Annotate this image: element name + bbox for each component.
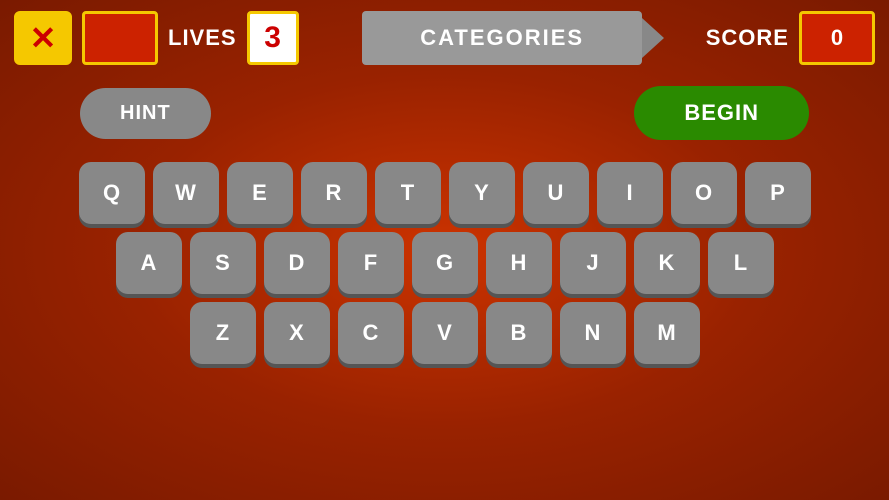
key-n[interactable]: N [560,302,626,364]
key-t[interactable]: T [375,162,441,224]
header: ✕ LIVES 3 CATEGORIES SCORE 0 [0,0,889,76]
key-k[interactable]: K [634,232,700,294]
key-b[interactable]: B [486,302,552,364]
main-area: HINT BEGIN QWERTYUIOPASDFGHJKLZXCVBNM [0,76,889,500]
key-w[interactable]: W [153,162,219,224]
key-f[interactable]: F [338,232,404,294]
key-u[interactable]: U [523,162,589,224]
key-y[interactable]: Y [449,162,515,224]
lives-label: LIVES [168,25,237,51]
lives-count: 3 [247,11,299,65]
key-c[interactable]: C [338,302,404,364]
key-s[interactable]: S [190,232,256,294]
keyboard: QWERTYUIOPASDFGHJKLZXCVBNM [79,162,811,364]
key-l[interactable]: L [708,232,774,294]
thumbnail-box [82,11,158,65]
key-p[interactable]: P [745,162,811,224]
key-i[interactable]: I [597,162,663,224]
key-d[interactable]: D [264,232,330,294]
key-a[interactable]: A [116,232,182,294]
key-row-2: ZXCVBNM [190,302,700,364]
key-row-0: QWERTYUIOP [79,162,811,224]
score-label: SCORE [706,25,789,51]
hint-button[interactable]: HINT [80,88,211,139]
categories-label: CATEGORIES [420,25,584,51]
categories-button[interactable]: CATEGORIES [362,11,642,65]
key-o[interactable]: O [671,162,737,224]
close-button[interactable]: ✕ [14,11,72,65]
key-r[interactable]: R [301,162,367,224]
key-row-1: ASDFGHJKL [116,232,774,294]
key-x[interactable]: X [264,302,330,364]
key-j[interactable]: J [560,232,626,294]
key-e[interactable]: E [227,162,293,224]
key-v[interactable]: V [412,302,478,364]
action-row: HINT BEGIN [20,86,869,140]
key-g[interactable]: G [412,232,478,294]
key-h[interactable]: H [486,232,552,294]
key-m[interactable]: M [634,302,700,364]
close-icon: ✕ [30,22,57,54]
begin-button[interactable]: BEGIN [634,86,809,140]
key-z[interactable]: Z [190,302,256,364]
key-q[interactable]: Q [79,162,145,224]
score-value: 0 [799,11,875,65]
categories-arrow-icon [642,18,664,58]
categories-container: CATEGORIES [309,11,696,65]
